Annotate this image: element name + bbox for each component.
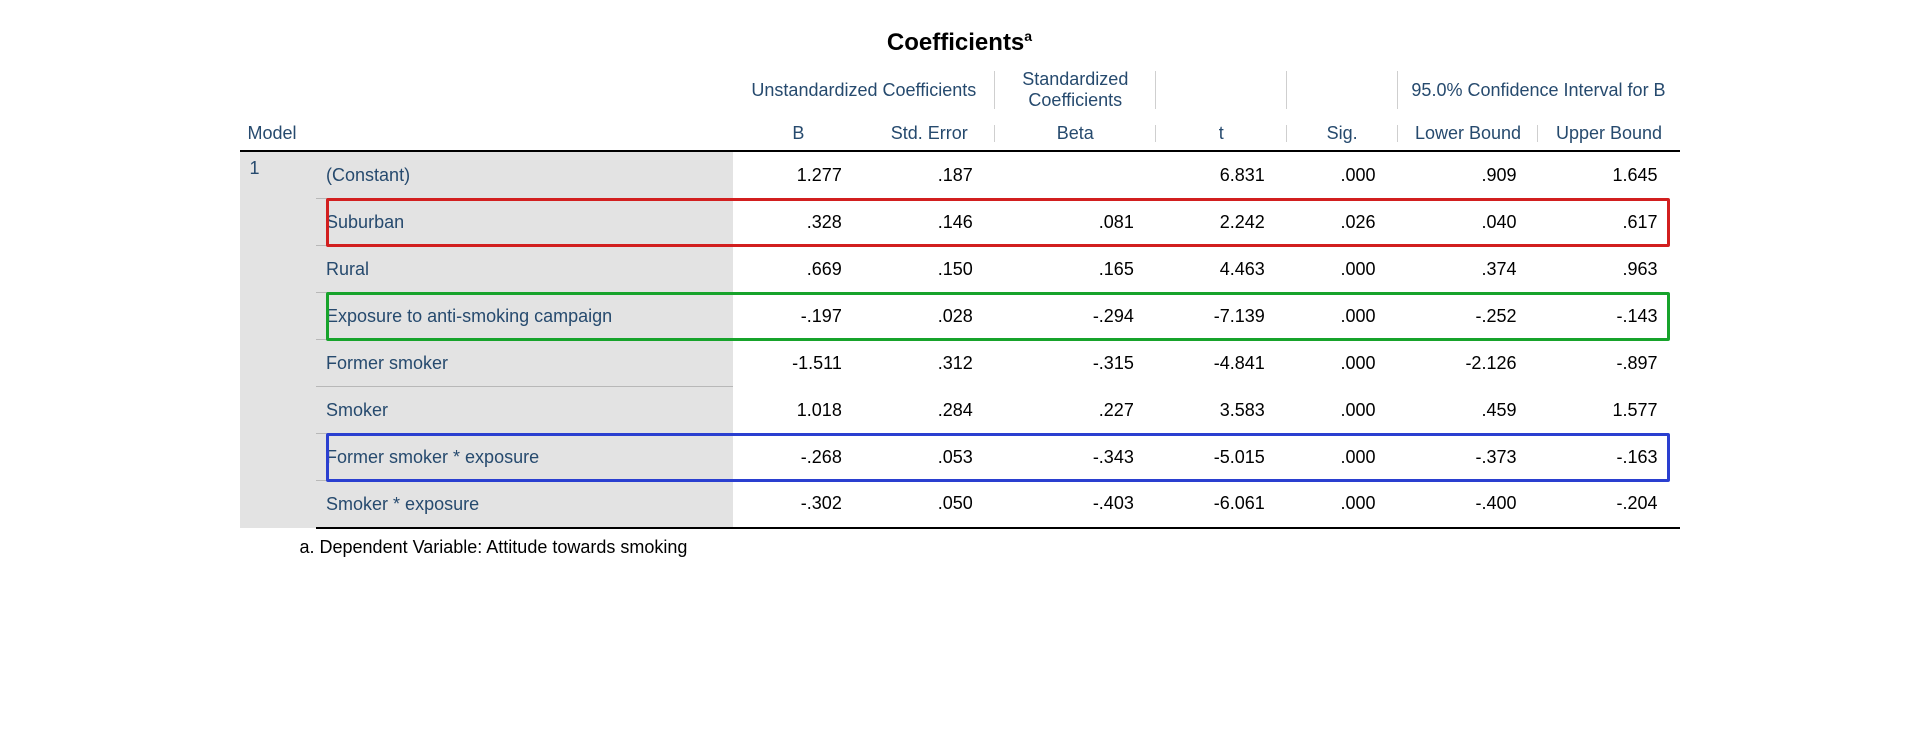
col-group-std: Standardized Coefficients [995, 63, 1156, 117]
cell-t: 2.242 [1156, 199, 1287, 246]
coefficients-table: Unstandardized Coefficients Standardized… [240, 63, 1680, 529]
cell-sig: .000 [1287, 481, 1398, 529]
cell-ub: -.897 [1538, 340, 1679, 387]
row-label: Former smoker [316, 340, 733, 387]
cell-ub: .963 [1538, 246, 1679, 293]
row-label: (Constant) [316, 151, 733, 199]
table-row: 1 (Constant) 1.277 .187 6.831 .000 .909 … [240, 151, 1680, 199]
row-label: Former smoker * exposure [316, 434, 733, 481]
cell-lb: -.373 [1398, 434, 1539, 481]
cell-ub: 1.645 [1538, 151, 1679, 199]
table-title: Coefficientsa [240, 28, 1680, 57]
cell-t: -4.841 [1156, 340, 1287, 387]
cell-se: .050 [864, 481, 995, 529]
cell-t: -6.061 [1156, 481, 1287, 529]
cell-sig: .026 [1287, 199, 1398, 246]
cell-beta: -.403 [995, 481, 1156, 529]
cell-t: 4.463 [1156, 246, 1287, 293]
cell-sig: .000 [1287, 340, 1398, 387]
col-lb: Lower Bound [1398, 117, 1539, 151]
cell-se: .146 [864, 199, 995, 246]
cell-lb: -.400 [1398, 481, 1539, 529]
cell-se: .312 [864, 340, 995, 387]
cell-sig: .000 [1287, 434, 1398, 481]
cell-sig: .000 [1287, 246, 1398, 293]
row-label: Suburban [316, 199, 733, 246]
cell-se: .053 [864, 434, 995, 481]
col-ub: Upper Bound [1538, 117, 1679, 151]
table-row: Suburban .328 .146 .081 2.242 .026 .040 … [240, 199, 1680, 246]
col-group-unstd: Unstandardized Coefficients [733, 63, 995, 117]
cell-b: 1.277 [733, 151, 864, 199]
cell-sig: .000 [1287, 387, 1398, 434]
header-row-cols: Model B Std. Error Beta t Sig. Lower Bou… [240, 117, 1680, 151]
table-row: Former smoker -1.511 .312 -.315 -4.841 .… [240, 340, 1680, 387]
col-b: B [733, 117, 864, 151]
table-row: Smoker * exposure -.302 .050 -.403 -6.06… [240, 481, 1680, 529]
table-row: Former smoker * exposure -.268 .053 -.34… [240, 434, 1680, 481]
cell-lb: .374 [1398, 246, 1539, 293]
model-number: 1 [240, 151, 317, 528]
cell-lb: -.252 [1398, 293, 1539, 340]
cell-ub: -.163 [1538, 434, 1679, 481]
cell-b: -.302 [733, 481, 864, 529]
cell-beta: .081 [995, 199, 1156, 246]
table-row: Exposure to anti-smoking campaign -.197 … [240, 293, 1680, 340]
cell-b: .328 [733, 199, 864, 246]
cell-t: -5.015 [1156, 434, 1287, 481]
cell-se: .028 [864, 293, 995, 340]
cell-t: 3.583 [1156, 387, 1287, 434]
cell-ub: -.204 [1538, 481, 1679, 529]
cell-beta: -.315 [995, 340, 1156, 387]
col-t: t [1156, 117, 1287, 151]
cell-b: -.197 [733, 293, 864, 340]
cell-ub: 1.577 [1538, 387, 1679, 434]
cell-t: -7.139 [1156, 293, 1287, 340]
cell-se: .284 [864, 387, 995, 434]
cell-lb: .040 [1398, 199, 1539, 246]
col-beta: Beta [995, 117, 1156, 151]
row-label: Smoker * exposure [316, 481, 733, 529]
col-sig: Sig. [1287, 117, 1398, 151]
cell-se: .150 [864, 246, 995, 293]
cell-t: 6.831 [1156, 151, 1287, 199]
row-label: Exposure to anti-smoking campaign [316, 293, 733, 340]
title-text: Coefficients [887, 29, 1024, 56]
cell-b: 1.018 [733, 387, 864, 434]
cell-sig: .000 [1287, 151, 1398, 199]
cell-b: -.268 [733, 434, 864, 481]
title-superscript: a [1024, 28, 1032, 44]
col-se: Std. Error [864, 117, 995, 151]
cell-ub: .617 [1538, 199, 1679, 246]
cell-lb: -2.126 [1398, 340, 1539, 387]
cell-sig: .000 [1287, 293, 1398, 340]
cell-beta: -.343 [995, 434, 1156, 481]
cell-ub: -.143 [1538, 293, 1679, 340]
row-label: Rural [316, 246, 733, 293]
row-label: Smoker [316, 387, 733, 434]
cell-lb: .909 [1398, 151, 1539, 199]
cell-b: .669 [733, 246, 864, 293]
col-model: Model [240, 117, 733, 151]
table-row: Rural .669 .150 .165 4.463 .000 .374 .96… [240, 246, 1680, 293]
cell-beta: -.294 [995, 293, 1156, 340]
table-container: Unstandardized Coefficients Standardized… [240, 63, 1680, 529]
cell-b: -1.511 [733, 340, 864, 387]
cell-se: .187 [864, 151, 995, 199]
col-group-ci: 95.0% Confidence Interval for B [1398, 63, 1680, 117]
table-footnote: a. Dependent Variable: Attitude towards … [240, 529, 1680, 558]
cell-beta: .227 [995, 387, 1156, 434]
header-row-groups: Unstandardized Coefficients Standardized… [240, 63, 1680, 117]
cell-beta: .165 [995, 246, 1156, 293]
cell-lb: .459 [1398, 387, 1539, 434]
cell-beta [995, 151, 1156, 199]
table-row: Smoker 1.018 .284 .227 3.583 .000 .459 1… [240, 387, 1680, 434]
